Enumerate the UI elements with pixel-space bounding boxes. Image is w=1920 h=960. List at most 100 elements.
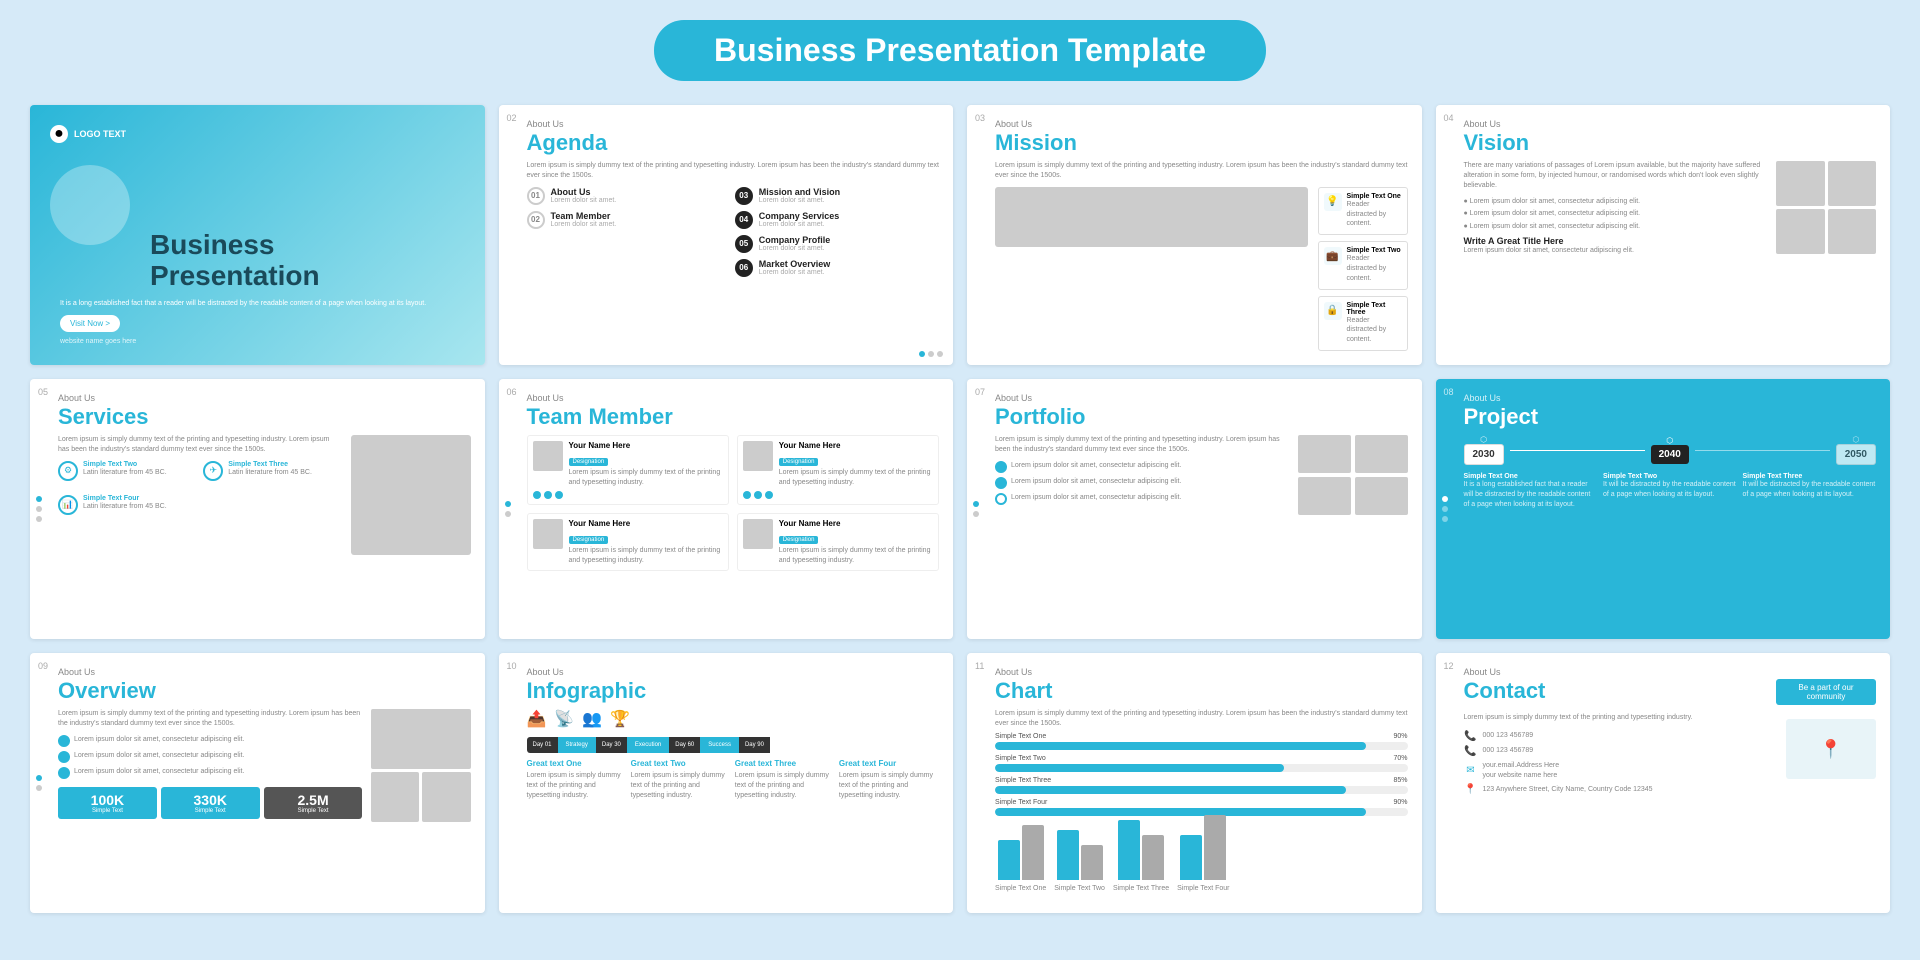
service-item-3: 📊 Simple Text FourLatin literature from …: [58, 495, 197, 515]
social-icon-6: [765, 491, 773, 499]
team-desc-2: Lorem ipsum is simply dummy text of the …: [779, 468, 933, 488]
agenda-num-6: 06: [735, 259, 753, 277]
slide-4-vision[interactable]: 04 About Us Vision There are many variat…: [1436, 105, 1891, 365]
bar-1a: [998, 840, 1020, 880]
portfolio-desc: Lorem ipsum is simply dummy text of the …: [995, 435, 1290, 455]
team-desc-3: Lorem ipsum is simply dummy text of the …: [569, 546, 723, 566]
stat-row: 100K Simple Text 330K Simple Text 2.5M S…: [58, 787, 363, 819]
left-dot-1: [505, 501, 511, 507]
timeline-line-2: [1695, 450, 1830, 451]
team-desc-1: Lorem ipsum is simply dummy text of the …: [569, 468, 723, 488]
slide-5-services[interactable]: 05 About Us Services Lorem ipsum is simp…: [30, 379, 485, 639]
portfolio-img-4: [1355, 477, 1408, 515]
agenda-items: 01 About Us Lorem dolor sit amet. 02 Tea…: [527, 187, 940, 283]
slide-11-chart[interactable]: 11 About Us Chart Lorem ipsum is simply …: [967, 653, 1422, 913]
about-label: About Us: [995, 119, 1408, 129]
slide-grid: ● LOGO TEXT Business Presentation It is …: [30, 105, 1890, 913]
left-dot-2: [1442, 506, 1448, 512]
about-label: About Us: [527, 393, 940, 403]
vision-desc: There are many variations of passages of…: [1464, 161, 1769, 190]
portfolio-img-1: [1298, 435, 1351, 473]
check-icon-3: [995, 493, 1007, 505]
slide-6-team[interactable]: 06 About Us Team Member Your Name Here D…: [499, 379, 954, 639]
info-col-3: Great text Three Lorem ipsum is simply d…: [735, 759, 835, 800]
vision-title: Vision: [1464, 131, 1877, 155]
social-icon-1: [533, 491, 541, 499]
address-icon: 📍: [1464, 784, 1478, 795]
team-card-2: Your Name Here Designation Lorem ipsum i…: [737, 435, 939, 505]
agenda-item-2: 02 Team Member Lorem dolor sit amet.: [527, 211, 731, 229]
about-label: About Us: [527, 667, 940, 677]
service-icon-3: 📊: [58, 495, 78, 515]
overview-img-2: [371, 772, 420, 822]
team-name-1: Your Name Here: [569, 441, 723, 450]
tbar-day01: Day 01: [527, 737, 558, 753]
logo-icon: ●: [50, 125, 68, 143]
services-desc: Lorem ipsum is simply dummy text of the …: [58, 435, 343, 455]
slide-3-mission[interactable]: 03 About Us Mission Lorem ipsum is simpl…: [967, 105, 1422, 365]
bar-group-4: Simple Text Four: [1177, 815, 1229, 894]
project-item-1: Simple Text One It is a long established…: [1464, 473, 1598, 509]
check-item-2: Lorem ipsum dolor sit amet, consectetur …: [995, 477, 1290, 489]
prog-row-1: Simple Text One90%: [995, 733, 1408, 750]
slide-10-infographic[interactable]: 10 About Us Infographic 📤 📡 👥 🏆 Day 01 S…: [499, 653, 954, 913]
slide-number: 11: [975, 661, 984, 671]
about-label: About Us: [58, 393, 471, 403]
chart-desc: Lorem ipsum is simply dummy text of the …: [995, 709, 1408, 729]
bar-label-3: Simple Text Three: [1113, 884, 1169, 894]
left-dot-2: [36, 785, 42, 791]
timeline-2050: ⬡ 2050: [1836, 435, 1876, 465]
mission-content: 💡 Simple Text OneReader distracted by co…: [995, 187, 1408, 351]
page-title: Business Presentation Template: [714, 32, 1206, 69]
slide-1-cover[interactable]: ● LOGO TEXT Business Presentation It is …: [30, 105, 485, 365]
timeline-line-1: [1510, 450, 1645, 451]
about-label: About Us: [995, 667, 1408, 677]
slide-number: 07: [975, 387, 985, 397]
slide-number: 03: [975, 113, 985, 123]
dot-3: [937, 351, 943, 357]
overview-title: Overview: [58, 679, 471, 703]
service-icon-1: ⚙: [58, 461, 78, 481]
social-icon-5: [754, 491, 762, 499]
contact-phone-2: 📞 000 123 456789: [1464, 746, 1779, 757]
bar-2a: [1057, 830, 1079, 880]
website-text: website name goes here: [60, 338, 465, 345]
logo-text: LOGO TEXT: [74, 129, 126, 139]
project-item-2: Simple Text Two It will be distracted by…: [1603, 473, 1737, 509]
nav-dots: [919, 351, 943, 357]
slide-number: 12: [1444, 661, 1454, 671]
contact-map-area: 📍: [1786, 713, 1876, 799]
infographic-title: Infographic: [527, 679, 940, 703]
about-label: About Us: [995, 393, 1408, 403]
agenda-num-2: 02: [527, 211, 545, 229]
stat-3: 2.5M Simple Text: [264, 787, 363, 819]
team-name-4: Your Name Here: [779, 519, 933, 528]
mission-image: [995, 187, 1308, 247]
team-desc-4: Lorem ipsum is simply dummy text of the …: [779, 546, 933, 566]
check-3: Lorem ipsum dolor sit amet, consectetur …: [58, 767, 363, 779]
vision-item-3: ● Lorem ipsum dolor sit amet, consectetu…: [1464, 222, 1769, 232]
mission-boxes: 💡 Simple Text OneReader distracted by co…: [1318, 187, 1408, 351]
portfolio-title: Portfolio: [995, 405, 1408, 429]
slide-8-project[interactable]: 08 About Us Project ⬡ 2030 ⬡ 2040 ⬡ 2050: [1436, 379, 1891, 639]
info-col-4: Great text Four Lorem ipsum is simply du…: [839, 759, 939, 800]
visit-button[interactable]: Visit Now >: [60, 315, 120, 332]
agenda-desc: Lorem ipsum is simply dummy text of the …: [527, 161, 940, 181]
social-icon-2: [544, 491, 552, 499]
agenda-item-5: 05 Company Profile Lorem dolor sit amet.: [735, 235, 939, 253]
slide-7-portfolio[interactable]: 07 About Us Portfolio Lorem ipsum is sim…: [967, 379, 1422, 639]
slide-9-overview[interactable]: 09 About Us Overview Lorem ipsum is simp…: [30, 653, 485, 913]
mission-icon-3: 🔒: [1324, 302, 1342, 320]
team-photo-1: [533, 441, 563, 471]
overview-images: [371, 709, 471, 822]
left-dot-2: [36, 506, 42, 512]
bar-3a: [1118, 820, 1140, 880]
left-dots: [36, 496, 42, 522]
vision-item-2: ● Lorem ipsum dolor sit amet, consectetu…: [1464, 209, 1769, 219]
slide-2-agenda[interactable]: 02 About Us Agenda Lorem ipsum is simply…: [499, 105, 954, 365]
slide-12-contact[interactable]: 12 About Us Contact Be a part of our com…: [1436, 653, 1891, 913]
tbar-strategy: Strategy: [558, 737, 596, 753]
bar-label-1: Simple Text One: [995, 884, 1046, 894]
vision-img-1: [1776, 161, 1825, 206]
agenda-title: Agenda: [527, 131, 940, 155]
